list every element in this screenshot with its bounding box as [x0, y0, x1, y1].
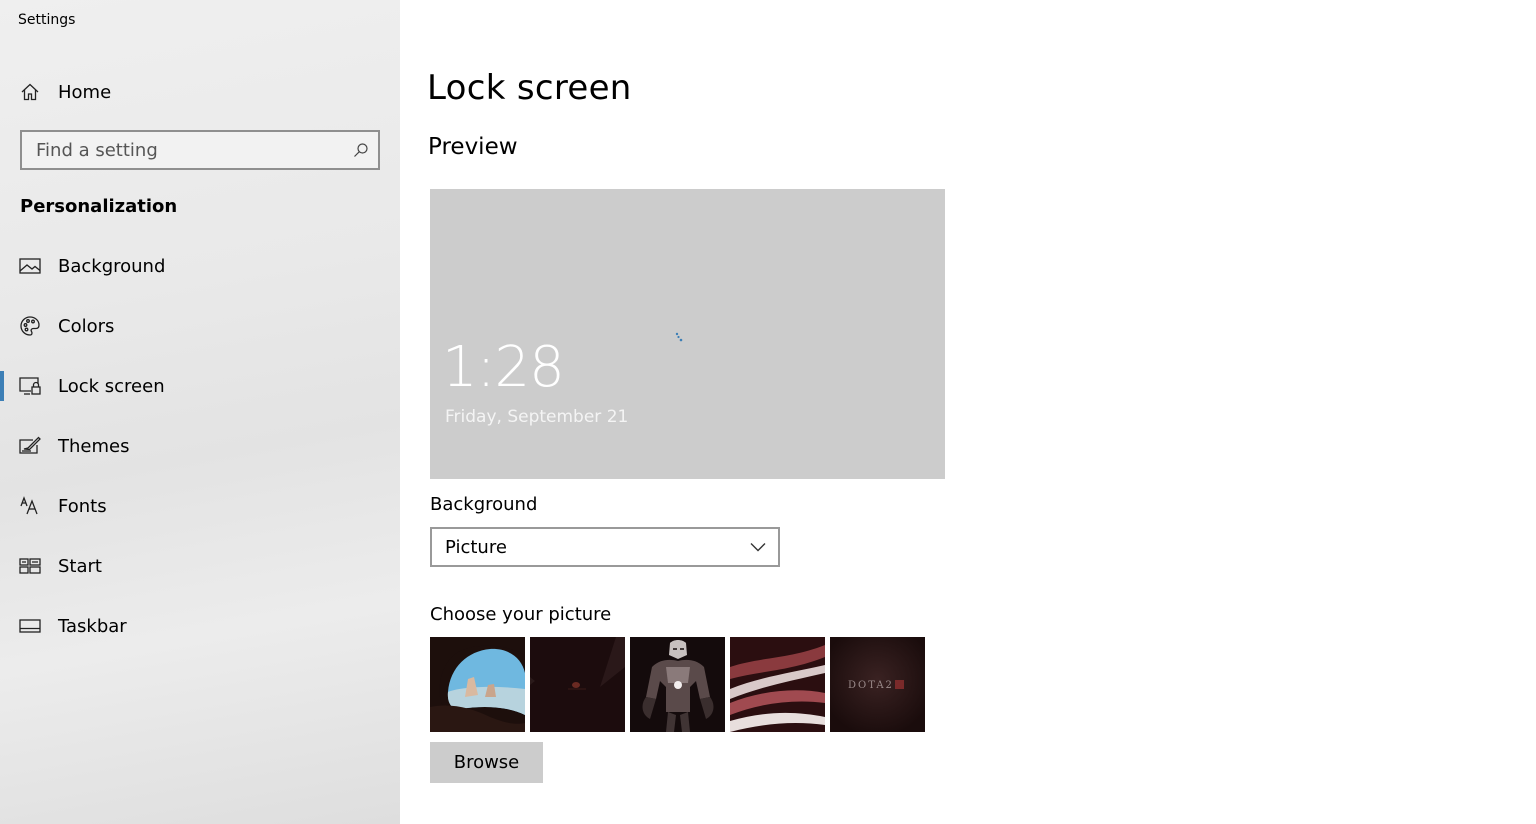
preview-date: Friday, September 21 — [445, 407, 629, 427]
home-icon — [18, 80, 42, 104]
home-nav-item[interactable]: Home — [18, 78, 111, 106]
background-label: Background — [430, 494, 538, 515]
sidebar-item-lock-screen[interactable]: Lock screen — [0, 356, 400, 416]
picture-thumbnails: DOTA2 — [430, 637, 925, 732]
dota2-thumbnail[interactable]: DOTA2 — [830, 637, 925, 732]
abstract-waves-thumbnail[interactable] — [730, 637, 825, 732]
start-icon — [18, 554, 42, 578]
main-content: Lock screen Preview 1:28 Friday, Septemb… — [400, 0, 1536, 824]
search-icon[interactable] — [344, 132, 378, 168]
sidebar-item-background[interactable]: Background — [0, 236, 400, 296]
beach-cave-thumbnail[interactable] — [430, 637, 525, 732]
sidebar-item-label: Lock screen — [58, 375, 165, 397]
sidebar: Settings Home Personalization — [0, 0, 400, 824]
preview-time: 1:28 — [442, 335, 565, 400]
sidebar-item-label: Colors — [58, 315, 115, 337]
page-title: Lock screen — [427, 68, 632, 108]
background-dropdown-value: Picture — [445, 536, 507, 558]
lock-screen-preview: 1:28 Friday, September 21 — [430, 189, 945, 479]
fonts-icon — [18, 494, 42, 518]
lock-screen-icon — [18, 374, 42, 398]
chevron-down-icon — [738, 529, 778, 565]
section-title: Personalization — [20, 196, 178, 217]
sidebar-item-label: Fonts — [58, 495, 107, 517]
themes-icon — [18, 434, 42, 458]
taskbar-icon — [18, 614, 42, 638]
iron-man-thumbnail[interactable] — [630, 637, 725, 732]
sidebar-item-colors[interactable]: Colors — [0, 296, 400, 356]
home-label: Home — [58, 81, 112, 103]
preview-title: Preview — [428, 134, 518, 160]
dota2-logo-text: DOTA2 — [848, 680, 894, 691]
sidebar-item-label: Taskbar — [58, 615, 127, 637]
app-title: Settings — [18, 12, 76, 28]
sidebar-item-fonts[interactable]: Fonts — [0, 476, 400, 536]
sidebar-item-themes[interactable]: Themes — [0, 416, 400, 476]
browse-button[interactable]: Browse — [430, 742, 543, 783]
choose-picture-label: Choose your picture — [430, 604, 612, 625]
picture-icon — [18, 254, 42, 278]
sidebar-item-taskbar[interactable]: Taskbar — [0, 596, 400, 656]
search-box[interactable] — [20, 130, 380, 170]
sidebar-item-start[interactable]: Start — [0, 536, 400, 596]
palette-icon — [18, 314, 42, 338]
sidebar-item-label: Themes — [58, 435, 130, 457]
dark-scene-thumbnail[interactable] — [530, 637, 625, 732]
nav-list: Background Colors Lock screen Themes Fon… — [0, 236, 400, 656]
loading-spinner-icon — [675, 332, 683, 342]
background-dropdown[interactable]: Picture — [430, 527, 780, 567]
search-input[interactable] — [22, 139, 344, 161]
sidebar-item-label: Background — [58, 255, 166, 277]
sidebar-item-label: Start — [58, 555, 102, 577]
